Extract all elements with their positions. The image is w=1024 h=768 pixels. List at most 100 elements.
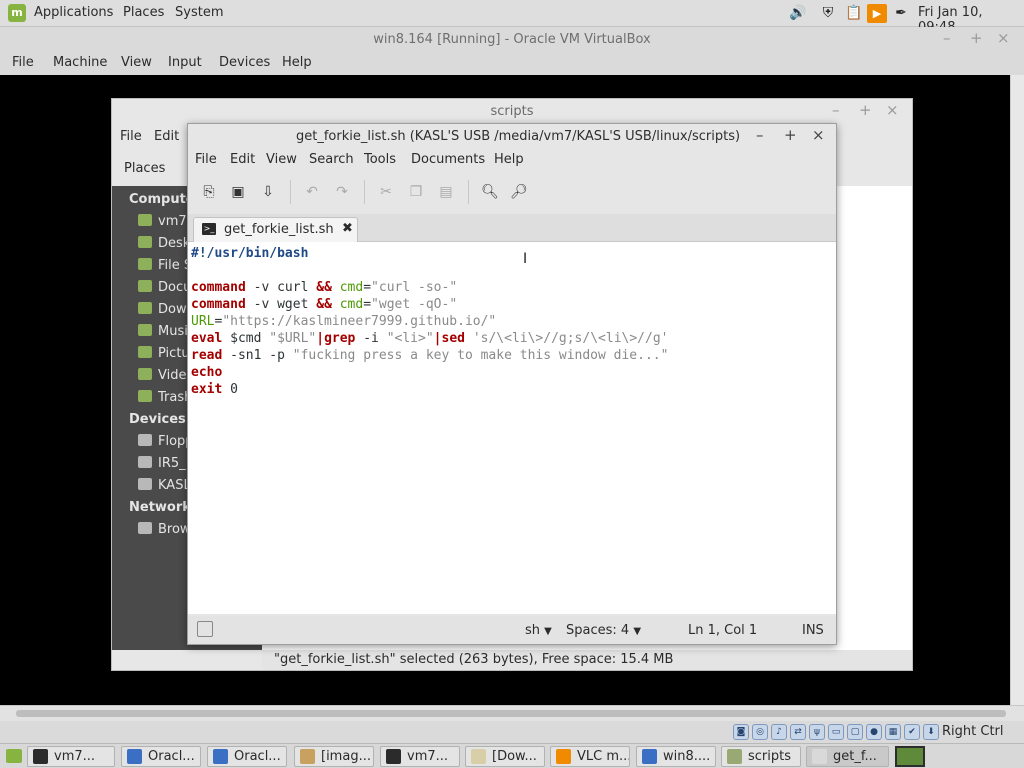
optical-status-icon[interactable]: ◎ [752, 724, 768, 740]
sidebar-device-item[interactable]: IR5_ [138, 456, 186, 471]
gedit-menu-view[interactable]: View [266, 152, 297, 167]
keyboard-capture-icon[interactable]: ⬇ [923, 724, 939, 740]
display-status-icon[interactable]: ▢ [847, 724, 863, 740]
hdd-status-icon[interactable]: ◙ [733, 724, 749, 740]
code-line[interactable] [191, 262, 836, 279]
sidebar-computer-item[interactable]: Desk [138, 236, 190, 251]
vbox-menu-input[interactable]: Input [168, 55, 202, 70]
copy-icon[interactable]: ❐ [407, 183, 425, 201]
taskbar-button[interactable]: get_f... [806, 746, 889, 767]
scrollbar-thumb[interactable] [16, 710, 1006, 717]
nemo-minimize-button[interactable]: – [832, 101, 840, 119]
sidebar-computer-item[interactable]: Trash [138, 390, 192, 405]
code-line[interactable]: eval $cmd "$URL"|grep -i "<li>"|sed 's/\… [191, 330, 836, 347]
taskbar-app-icon [127, 749, 142, 764]
shared-folder-status-icon[interactable]: ▭ [828, 724, 844, 740]
taskbar-button[interactable]: Oracl... [207, 746, 287, 767]
gedit-maximize-button[interactable]: + [784, 126, 797, 144]
close-tab-icon[interactable]: ✖ [342, 221, 353, 236]
taskbar-button[interactable]: scripts [721, 746, 801, 767]
indent-selector[interactable]: Spaces: 4 ▼ [566, 623, 641, 638]
sidebar-computer-item[interactable]: Vide [138, 368, 186, 383]
nemo-menu-edit[interactable]: Edit [154, 129, 179, 144]
sidebar-device-item[interactable]: KASL [138, 478, 191, 493]
search-replace-icon[interactable]: 🔎︎ [510, 183, 528, 201]
pen-tool-icon[interactable]: ✒ [891, 4, 911, 23]
nemo-close-button[interactable]: × [886, 101, 899, 119]
language-selector[interactable]: sh ▼ [525, 623, 552, 638]
code-line[interactable]: command -v curl && cmd="curl -so-" [191, 279, 836, 296]
paste-icon[interactable]: ▤ [437, 183, 455, 201]
audio-status-icon[interactable]: ♪ [771, 724, 787, 740]
network-status-icon[interactable]: ⇄ [790, 724, 806, 740]
taskbar-button[interactable]: win8.... [636, 746, 716, 767]
gedit-menu-help[interactable]: Help [494, 152, 524, 167]
clipboard-icon[interactable]: 📋 [844, 4, 864, 23]
show-desktop-icon[interactable] [6, 749, 22, 763]
applications-menu[interactable]: Applications [34, 5, 113, 20]
vertical-scrollbar[interactable] [1010, 75, 1024, 705]
cut-icon[interactable]: ✂ [377, 183, 395, 201]
undo-icon[interactable]: ↶ [303, 183, 321, 201]
code-line[interactable]: echo [191, 364, 836, 381]
places-menu[interactable]: Places [123, 5, 164, 20]
code-line[interactable]: command -v wget && cmd="wget -qO-" [191, 296, 836, 313]
code-line[interactable]: #!/usr/bin/bash [191, 245, 836, 262]
taskbar-button[interactable]: VLC m... [550, 746, 630, 767]
code-line[interactable]: read -sn1 -p "fucking press a key to mak… [191, 347, 836, 364]
gedit-minimize-button[interactable]: – [756, 126, 764, 144]
vbox-menu-devices[interactable]: Devices [219, 55, 270, 70]
nemo-menu-file[interactable]: File [120, 129, 142, 144]
sidebar-device-item[interactable]: Flopp [138, 434, 194, 449]
sidebar-computer-item[interactable]: Musi [138, 324, 188, 339]
sidebar-computer-item[interactable]: Pictu [138, 346, 190, 361]
sidebar-computer-item[interactable]: File S [138, 258, 192, 273]
shield-icon[interactable]: ⛨ [818, 4, 838, 23]
taskbar-button[interactable]: [imag... [294, 746, 374, 767]
nemo-maximize-button[interactable]: + [859, 101, 872, 119]
system-menu[interactable]: System [175, 5, 223, 20]
usb-status-icon[interactable]: ψ [809, 724, 825, 740]
gedit-menu-file[interactable]: File [195, 152, 217, 167]
sidebar-computer-item[interactable]: Dow [138, 302, 187, 317]
cpu-status-icon[interactable]: ▦ [885, 724, 901, 740]
code-line[interactable]: exit 0 [191, 381, 836, 398]
side-panel-toggle-icon[interactable] [197, 621, 213, 637]
vlc-tray-icon[interactable]: ▶ [867, 4, 887, 23]
vbox-close-button[interactable]: × [997, 29, 1010, 47]
workspace-switcher[interactable] [895, 746, 925, 767]
document-tab-label: get_forkie_list.sh [224, 222, 334, 237]
document-tab[interactable]: >_ get_forkie_list.sh ✖ [193, 217, 358, 242]
sidebar-network-item[interactable]: Brow [138, 522, 191, 537]
taskbar-button[interactable]: vm7... [380, 746, 460, 767]
vbox-menu-file[interactable]: File [12, 55, 34, 70]
sidebar-computer-item[interactable]: vm7 [138, 214, 187, 229]
gedit-menu-documents[interactable]: Documents [411, 152, 485, 167]
gedit-menu-search[interactable]: Search [309, 152, 354, 167]
volume-icon[interactable]: 🔊 [788, 4, 808, 23]
sidebar-computer-item[interactable]: Docu [138, 280, 191, 295]
mint-menu-icon[interactable]: m [8, 4, 26, 22]
redo-icon[interactable]: ↷ [333, 183, 351, 201]
gedit-menu-tools[interactable]: Tools [364, 152, 396, 167]
code-line[interactable]: URL="https://kaslmineer7999.github.io/" [191, 313, 836, 330]
places-toggle[interactable]: Places [124, 161, 165, 176]
vbox-menu-machine[interactable]: Machine [53, 55, 107, 70]
gedit-close-button[interactable]: × [812, 126, 825, 144]
video-capture-status-icon[interactable]: ● [866, 724, 882, 740]
code-editor[interactable]: #!/usr/bin/bash command -v curl && cmd="c… [188, 242, 836, 614]
vbox-minimize-button[interactable]: – [943, 29, 951, 47]
vbox-menu-view[interactable]: View [121, 55, 152, 70]
taskbar-button[interactable]: Oracl... [121, 746, 201, 767]
horizontal-scrollbar[interactable] [0, 705, 1024, 721]
open-document-icon[interactable]: ▣ [229, 183, 247, 201]
vbox-maximize-button[interactable]: + [970, 29, 983, 47]
vbox-menu-help[interactable]: Help [282, 55, 312, 70]
taskbar-button[interactable]: [Dow... [465, 746, 545, 767]
search-icon[interactable]: 🔍︎ [481, 183, 499, 201]
save-document-icon[interactable]: ⇩ [259, 183, 277, 201]
taskbar-button[interactable]: vm7... [27, 746, 115, 767]
gedit-menu-edit[interactable]: Edit [230, 152, 255, 167]
mouse-integration-icon[interactable]: ✔ [904, 724, 920, 740]
new-document-icon[interactable]: ⎘ [200, 183, 218, 201]
